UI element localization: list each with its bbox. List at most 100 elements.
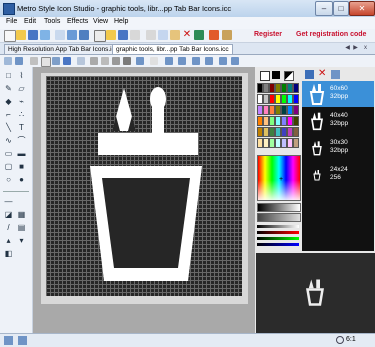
cut-icon[interactable] [146, 30, 156, 40]
close-button[interactable]: ✕ [349, 1, 375, 16]
grid-toggle-icon[interactable] [90, 57, 98, 65]
foreground-color-icon[interactable]: ◧ [4, 249, 13, 258]
background-color-icon[interactable] [260, 71, 270, 81]
filled-rectangle-icon[interactable]: ▬ [17, 149, 26, 158]
rotate-left-icon[interactable] [165, 57, 173, 65]
size-item-30x30[interactable]: 30x30 32bpp [302, 135, 374, 161]
rounded-rect-icon[interactable]: ▢ [4, 162, 13, 171]
layer-up-icon[interactable]: ▴ [4, 236, 13, 245]
palette-swatch[interactable] [293, 83, 299, 93]
open-folder-icon[interactable] [16, 30, 26, 40]
frame-icon[interactable] [77, 57, 85, 65]
size-item-40x40[interactable]: 40x40 32bpp [302, 108, 374, 134]
menu-view[interactable]: View [93, 18, 108, 25]
swap-colors-icon[interactable] [284, 71, 294, 81]
rectangle-icon[interactable]: ▭ [4, 149, 13, 158]
antialias-icon[interactable]: ◪ [4, 210, 13, 219]
palette-swatch[interactable] [293, 127, 299, 137]
tab-close-icon[interactable]: x [362, 44, 369, 53]
palette-swatch[interactable] [293, 138, 299, 148]
zoom-level[interactable]: 6:1 [346, 336, 356, 343]
palette-swatch[interactable] [293, 94, 299, 104]
get-registration-code-link[interactable]: Get registration code [296, 31, 366, 38]
menu-effects[interactable]: Effects [67, 18, 88, 25]
folder-icon[interactable] [106, 30, 116, 40]
menu-tools[interactable]: Tools [44, 18, 60, 25]
export-icon[interactable] [67, 30, 77, 40]
tab-scroll-right-icon[interactable]: ▶ [352, 44, 359, 53]
layer-blue-icon[interactable] [63, 57, 71, 65]
minimize-button[interactable]: – [315, 1, 333, 16]
grayscale-ramp[interactable] [257, 203, 301, 212]
palette-swatch[interactable] [293, 105, 299, 115]
tab-graphic-tools[interactable]: graphic tools, libr...pp Tab Bar Icons.i… [112, 44, 233, 54]
eyedropper-icon[interactable]: ⌐ [4, 110, 13, 119]
pixel-canvas[interactable] [46, 76, 242, 296]
select-icon[interactable] [4, 57, 12, 65]
polygon-icon[interactable]: ⌒ [17, 136, 26, 145]
shift-icon[interactable] [219, 57, 227, 65]
menu-file[interactable]: File [6, 18, 17, 25]
palette-swatch[interactable] [293, 116, 299, 126]
save-icon[interactable] [28, 30, 38, 40]
cursor-icon[interactable] [150, 57, 158, 65]
move-icon[interactable] [15, 57, 23, 65]
rect-select-icon[interactable]: □ [4, 71, 13, 80]
save-all-icon[interactable] [40, 30, 50, 40]
grid-icon[interactable] [30, 57, 38, 65]
size-item-60x60[interactable]: 60x60 32bpp [302, 81, 374, 107]
delete-size-icon[interactable]: ✕ [318, 69, 326, 79]
lasso-icon[interactable]: ⌇ [17, 71, 26, 80]
zoom-fit-icon[interactable] [136, 57, 144, 65]
redo-icon[interactable] [18, 336, 27, 345]
menu-edit[interactable]: Edit [24, 18, 36, 25]
convert-icon[interactable] [209, 30, 219, 40]
pencil-icon[interactable]: ✎ [4, 84, 13, 93]
stroke-width-icon[interactable]: — [4, 197, 13, 206]
red-slider[interactable] [257, 231, 299, 234]
blue-slider[interactable] [257, 243, 299, 246]
icon-properties-icon[interactable] [331, 70, 340, 79]
filled-rounded-rect-icon[interactable]: ■ [17, 162, 26, 171]
spray-icon[interactable]: ∴ [17, 110, 26, 119]
tab-high-resolution[interactable]: High Resolution App Tab Bar Icons.icc [4, 44, 123, 54]
layer-down-icon[interactable]: ▾ [17, 236, 26, 245]
menu-help[interactable]: Help [114, 18, 128, 25]
flip-horizontal-icon[interactable] [192, 57, 200, 65]
flip-vertical-icon[interactable] [205, 57, 213, 65]
delete-icon[interactable]: ✕ [182, 30, 192, 40]
eraser-icon[interactable]: ▱ [17, 84, 26, 93]
square-icon[interactable] [41, 57, 51, 67]
disk-icon[interactable] [118, 30, 128, 40]
key-icon[interactable] [222, 30, 232, 40]
pen-tool-icon[interactable]: / [4, 223, 13, 232]
text-icon[interactable]: T [17, 123, 26, 132]
grid-fine-icon[interactable] [101, 57, 109, 65]
undo-icon[interactable] [4, 336, 13, 345]
maximize-button[interactable]: □ [333, 1, 349, 16]
ellipse-icon[interactable]: ○ [4, 175, 13, 184]
size-item-24x24[interactable]: 24x24 256 [302, 162, 374, 188]
grid-dark-icon[interactable] [123, 57, 131, 65]
image-icon[interactable] [194, 30, 204, 40]
library-icon[interactable] [55, 30, 65, 40]
brush-icon[interactable]: ⌁ [17, 97, 26, 106]
rotate-right-icon[interactable] [178, 57, 186, 65]
color-spectrum[interactable]: + [257, 155, 301, 201]
add-icon-size-icon[interactable] [305, 70, 314, 79]
green-slider[interactable] [257, 237, 299, 240]
selection-mode-icon[interactable]: ▦ [17, 210, 26, 219]
filled-ellipse-icon[interactable]: ● [17, 175, 26, 184]
lightness-slider[interactable] [257, 213, 301, 222]
document-icon[interactable] [94, 30, 106, 42]
layer-icon[interactable] [52, 57, 60, 65]
gradient-icon[interactable]: ▤ [17, 223, 26, 232]
alpha-slider[interactable] [257, 225, 299, 228]
curve-icon[interactable]: ∿ [4, 136, 13, 145]
tab-scroll-left-icon[interactable]: ◀ [344, 44, 351, 53]
resize-icon[interactable] [231, 57, 239, 65]
line-icon[interactable]: ╲ [4, 123, 13, 132]
grid-pixel-icon[interactable] [112, 57, 120, 65]
import-icon[interactable] [79, 30, 89, 40]
register-link[interactable]: Register [254, 31, 282, 38]
